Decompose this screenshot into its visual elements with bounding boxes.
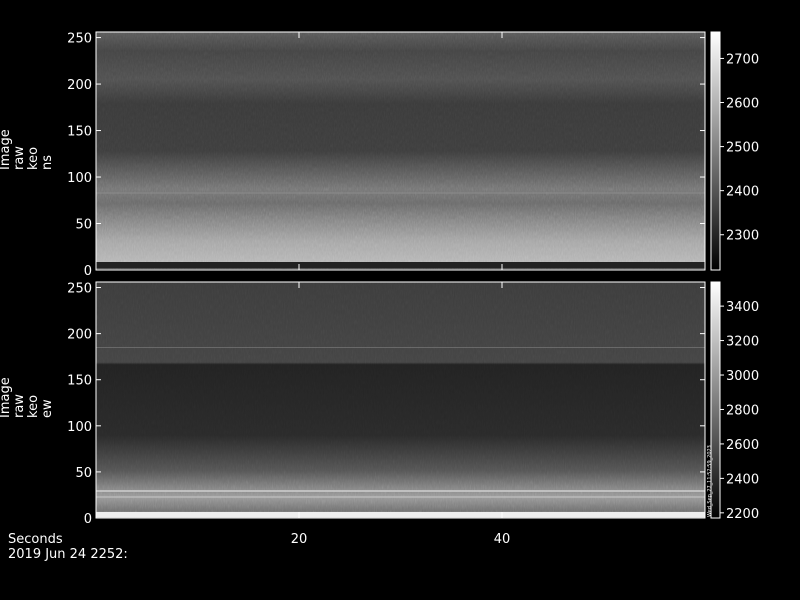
heatmap-ns-stripe [96,192,705,194]
ns-colorbar-tick-label: 2300 [726,229,759,244]
ew-ytick-label: 250 [67,282,92,297]
ew-ylabel: Image raw keo ew [0,373,55,418]
heatmap-ns-noise [96,32,705,270]
ew-colorbar-tick-label: 2400 [726,472,759,487]
ns-ytick-label: 0 [84,264,92,279]
ew-colorbar-tick-label: 3000 [726,369,759,384]
ew-colorbar-tick-label: 2800 [726,403,759,418]
ew-colorbar-tick-label: 3200 [726,335,759,350]
ns-ytick-label: 250 [67,32,92,47]
ns-ytick-label: 150 [67,125,92,140]
x-axis-title: Seconds [8,532,63,547]
ew-ytick-label: 100 [67,420,92,435]
ew-ylabel-line-3: keo [26,395,41,418]
heatmap-ns-bottom-band [96,262,705,268]
ns-ytick-label: 50 [75,218,92,233]
ns-ylabel-line-3: keo [26,147,41,170]
heatmap-ew-bottom-band [96,512,705,517]
ew-ylabel-line-4: ew [40,399,55,418]
x-tick-label: 20 [291,532,308,547]
ew-colorbar-tick-label: 2200 [726,507,759,522]
heatmap-ew-noise [96,282,705,518]
x-tick-label: 40 [494,532,511,547]
ns-ytick-label: 100 [67,171,92,186]
heatmap-ew-stripe [96,347,705,348]
colorbar-ew-annotation: Wed_Sep_27_11:52:59_2023 [707,445,713,517]
ew-ytick-label: 200 [67,328,92,343]
ns-ylabel-line-4: ns [40,155,55,170]
ew-ylabel-line-2: raw [12,394,27,418]
ew-colorbar-tick-label: 3400 [726,300,759,315]
ns-colorbar-tick-label: 2500 [726,141,759,156]
ew-ytick-label: 0 [84,512,92,527]
ns-ylabel-line-2: raw [12,146,27,170]
ns-colorbar-tick-label: 2600 [726,97,759,112]
ns-ytick-label: 200 [67,78,92,93]
ns-colorbar-tick-label: 2700 [726,52,759,67]
x-axis-date: 2019 Jun 24 2252: [8,547,128,562]
ew-ytick-label: 150 [67,374,92,389]
ew-colorbar-tick-label: 2600 [726,438,759,453]
ns-colorbar-tick-label: 2400 [726,185,759,200]
panel-ns: 0 50 100 150 200 250 Image raw keo ns 2300 240… [0,31,759,279]
heatmap-ew-band-1 [96,490,705,492]
colorbar-ns-ticks: 2300 2400 2500 2600 2700 [720,52,759,244]
panel-ew: 0 50 100 150 200 250 Image raw keo ew 2200 240… [0,281,759,527]
ew-ytick-label: 50 [75,466,92,481]
colorbar-ns [710,31,721,271]
x-axis-labels: 20 40 [291,532,511,547]
colorbar-ew-ticks: 2200 2400 2600 2800 3000 3200 3400 [720,300,759,522]
heatmap-ew-band-2 [96,496,705,498]
ns-ylabel: Image raw keo ns [0,125,55,170]
keogram-figure: 050100150200250 Image raw keo ns 2300240… [0,31,759,562]
